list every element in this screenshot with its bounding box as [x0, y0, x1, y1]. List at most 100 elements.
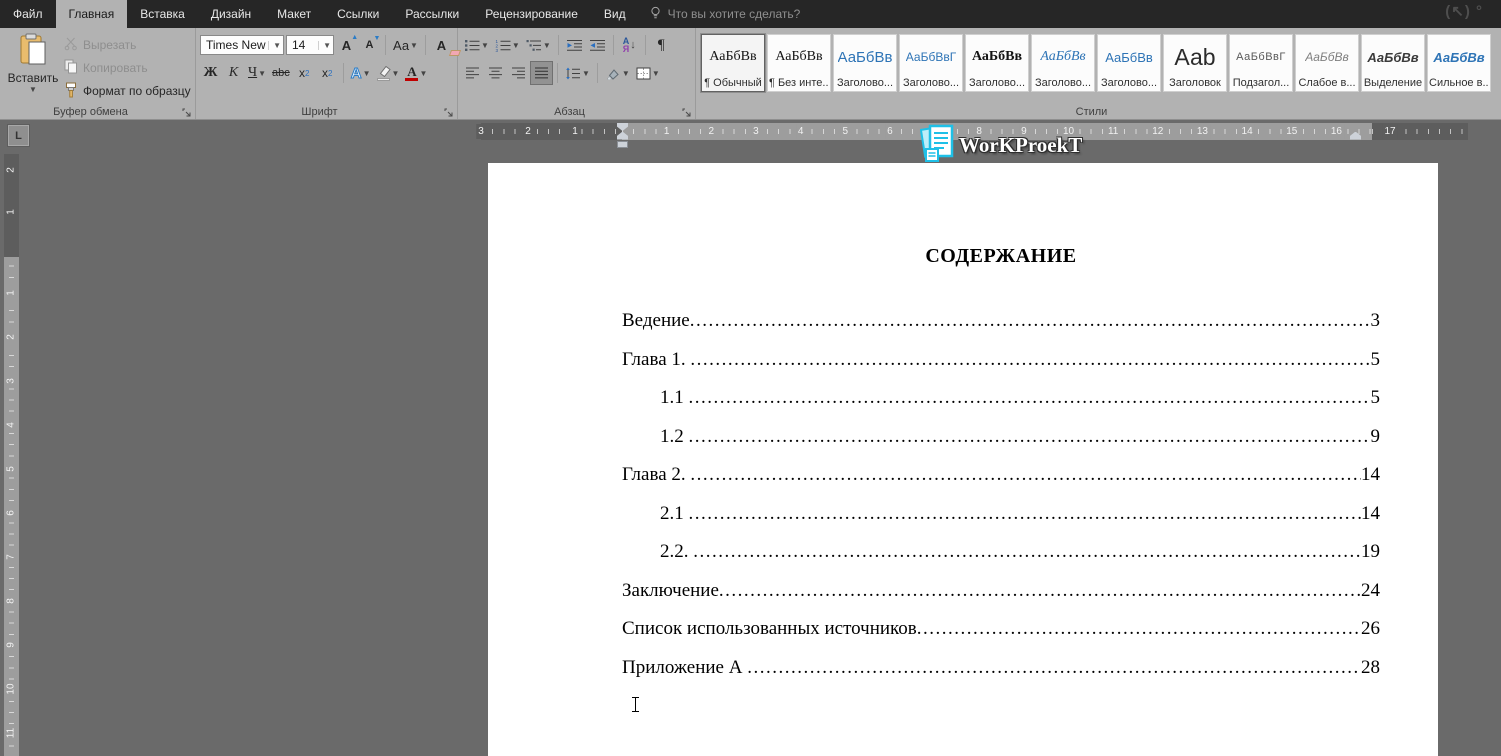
font-size-combobox[interactable]: 14 ▼: [286, 35, 334, 55]
document-title: СОДЕРЖАНИЕ: [622, 163, 1380, 268]
font-name-dropdown-arrow[interactable]: ▼: [268, 41, 281, 50]
scissors-icon: [64, 37, 78, 54]
sort-button[interactable]: АЯ ↓: [619, 34, 640, 56]
menu-tab-Макет[interactable]: Макет: [264, 0, 324, 28]
highlight-color-button[interactable]: ▼: [375, 62, 402, 84]
vertical-ruler[interactable]: 211234567891011: [4, 154, 19, 756]
style-tile[interactable]: АаБбВвСильное в...: [1427, 34, 1491, 92]
align-right-button[interactable]: [508, 62, 529, 84]
decrease-indent-button[interactable]: [564, 34, 585, 56]
superscript-button[interactable]: x2: [317, 62, 338, 84]
paragraph-group: ▼ 1 2 3 ▼ ▼: [458, 28, 696, 119]
show-formatting-marks-button[interactable]: ¶: [651, 34, 672, 56]
clipboard-group-label: Буфер обмена: [0, 106, 181, 118]
toc-entry-label: 2.1: [660, 503, 689, 525]
paragraph-dialog-launcher[interactable]: [682, 106, 692, 116]
format-painter-button[interactable]: Формат по образцу: [64, 81, 191, 101]
style-tile[interactable]: АаБбВвЗаголово...: [1097, 34, 1161, 92]
styles-group: АаБбВв¶ ОбычныйАаБбВв¶ Без инте...АаБбВв…: [696, 28, 1501, 119]
clipboard-group: Вставить ▼ Вырезать: [0, 28, 196, 119]
cut-button[interactable]: Вырезать: [64, 35, 191, 55]
shrink-font-button[interactable]: А▼: [359, 34, 380, 56]
text-effects-button[interactable]: А ▼: [349, 62, 373, 84]
font-size-dropdown-arrow[interactable]: ▼: [318, 41, 331, 50]
toc-page-number: 5: [1371, 349, 1381, 371]
ruler-number: 3: [751, 124, 761, 139]
toc-dot-leader: ........................................…: [689, 387, 1371, 409]
font-color-button[interactable]: А ▼: [403, 62, 429, 84]
clear-formatting-button[interactable]: А: [431, 34, 452, 56]
paste-dropdown-arrow[interactable]: ▼: [29, 85, 37, 94]
menu-tab-Рецензирование[interactable]: Рецензирование: [472, 0, 591, 28]
style-tile[interactable]: АаБбВв¶ Без инте...: [767, 34, 831, 92]
increase-indent-button[interactable]: [587, 34, 608, 56]
font-name-combobox[interactable]: Times New R ▼: [200, 35, 284, 55]
align-left-icon: [465, 67, 480, 79]
style-tile[interactable]: АаБбВвГЗаголово...: [899, 34, 963, 92]
shading-button[interactable]: ▼: [603, 62, 632, 84]
font-dialog-launcher[interactable]: [444, 106, 454, 116]
menu-tab-Вставка[interactable]: Вставка: [127, 0, 198, 28]
multilevel-list-button[interactable]: ▼: [524, 34, 553, 56]
copy-button[interactable]: Копировать: [64, 58, 191, 78]
toc-entry: 1.2 ....................................…: [622, 426, 1380, 465]
underline-button[interactable]: Ч▼: [246, 62, 268, 84]
align-center-button[interactable]: [485, 62, 506, 84]
text-effects-letter-icon: А: [351, 65, 362, 82]
ruler-number: 5: [6, 462, 18, 477]
toc-dot-leader: ........................................…: [689, 426, 1371, 448]
style-tile[interactable]: АаБбВвСлабое в...: [1295, 34, 1359, 92]
toc-dot-leader: ........................................…: [719, 580, 1361, 602]
toc-entry: Список использованных источников........…: [622, 618, 1380, 657]
style-tile[interactable]: АаБбВв¶ Обычный: [701, 34, 765, 92]
style-tile[interactable]: АаБбВвГПодзагол...: [1229, 34, 1293, 92]
ruler-left-margin-section: [481, 123, 622, 140]
tab-stop-selector[interactable]: L: [8, 125, 29, 146]
document-stack-icon: [920, 122, 956, 169]
change-case-button[interactable]: Аа▼: [391, 34, 420, 56]
toc-entry: Глава 2. ...............................…: [622, 464, 1380, 503]
format-painter-brush-icon: [64, 82, 78, 101]
style-name: Подзагол...: [1233, 77, 1290, 89]
increase-indent-icon: [589, 39, 606, 52]
ruler-number: 1: [662, 124, 672, 139]
style-tile[interactable]: АаБбВвЗаголово...: [1031, 34, 1095, 92]
toc-entry: 1.1 ....................................…: [622, 387, 1380, 426]
style-tile[interactable]: АаbЗаголовок: [1163, 34, 1227, 92]
style-sample-text: АаБбВвГ: [906, 37, 956, 77]
highlighter-pen-icon: [377, 66, 391, 81]
separator: [613, 35, 614, 55]
document-page[interactable]: СОДЕРЖАНИЕ Ведение......................…: [488, 163, 1438, 756]
separator: [425, 35, 426, 55]
grow-font-button[interactable]: А▲: [336, 34, 357, 56]
strikethrough-button[interactable]: abc: [270, 62, 292, 84]
line-spacing-button[interactable]: ▼: [563, 62, 592, 84]
bold-button[interactable]: Ж: [200, 62, 221, 84]
borders-button[interactable]: ▼: [634, 62, 662, 84]
left-indent-marker[interactable]: [617, 141, 628, 148]
subscript-button[interactable]: x2: [294, 62, 315, 84]
italic-button[interactable]: К: [223, 62, 244, 84]
paste-button[interactable]: Вставить ▼: [4, 31, 62, 103]
align-left-button[interactable]: [462, 62, 483, 84]
justify-button[interactable]: [531, 62, 552, 84]
menu-tab-Дизайн[interactable]: Дизайн: [198, 0, 264, 28]
numbered-list-button[interactable]: 1 2 3 ▼: [493, 34, 522, 56]
menu-tab-Ссылки[interactable]: Ссылки: [324, 0, 392, 28]
toc-page-number: 3: [1371, 310, 1381, 332]
toc-page-number: 14: [1361, 464, 1380, 486]
bullet-list-button[interactable]: ▼: [462, 34, 491, 56]
style-tile[interactable]: АаБбВвЗаголово...: [965, 34, 1029, 92]
clipboard-dialog-launcher[interactable]: [182, 106, 192, 116]
menu-tab-Вид[interactable]: Вид: [591, 0, 639, 28]
style-tile[interactable]: АаБбВвЗаголово...: [833, 34, 897, 92]
menu-tab-Файл[interactable]: Файл: [0, 0, 56, 28]
style-tile[interactable]: АаБбВвВыделение: [1361, 34, 1425, 92]
tell-me-box[interactable]: Что вы хотите сделать?: [649, 0, 801, 28]
menu-tab-Рассылки[interactable]: Рассылки: [392, 0, 472, 28]
menu-tab-Главная[interactable]: Главная: [56, 0, 128, 28]
style-name: ¶ Без инте...: [769, 77, 829, 89]
lightbulb-icon: [649, 6, 662, 23]
font-name-value: Times New R: [206, 38, 268, 52]
multilevel-list-icon: [526, 39, 542, 52]
